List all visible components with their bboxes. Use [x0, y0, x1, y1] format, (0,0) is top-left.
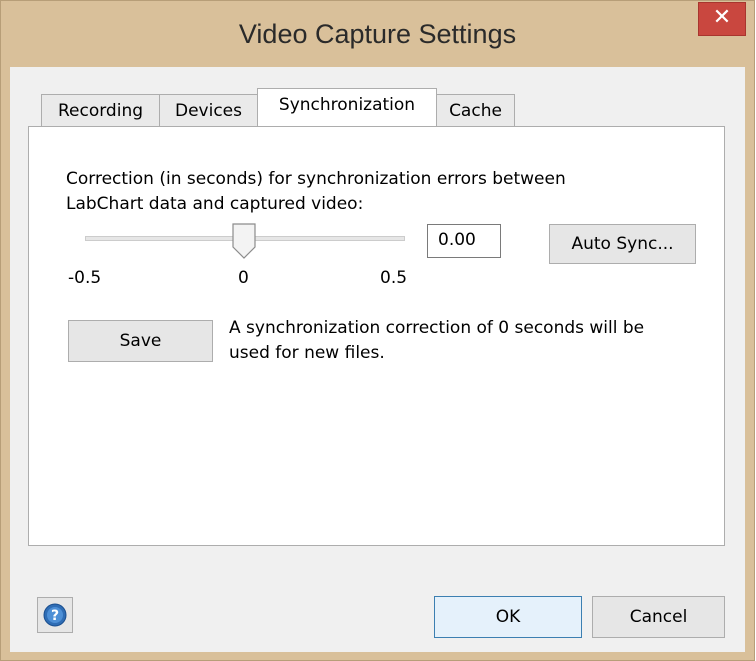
cancel-button[interactable]: Cancel: [592, 596, 725, 638]
auto-sync-button[interactable]: Auto Sync...: [549, 224, 696, 264]
slider-mid-label: 0: [238, 268, 249, 288]
correction-value-field[interactable]: 0.00: [427, 224, 501, 258]
tab-cache[interactable]: Cache: [436, 94, 515, 126]
slider-min-label: -0.5: [68, 268, 102, 288]
window-title: Video Capture Settings: [238, 19, 517, 49]
close-button[interactable]: ✕: [698, 2, 746, 36]
ok-button[interactable]: OK: [434, 596, 582, 638]
sync-status-line1: A synchronization correction of 0 second…: [229, 318, 645, 338]
title-bar: Video Capture Settings ✕: [1, 1, 754, 67]
svg-text:?: ?: [51, 608, 59, 624]
sync-description-line1: Correction (in seconds) for synchronizat…: [66, 169, 566, 189]
tab-recording[interactable]: Recording: [41, 94, 160, 126]
sync-description-line2: LabChart data and captured video:: [66, 194, 364, 214]
save-button[interactable]: Save: [68, 320, 213, 362]
tab-devices[interactable]: Devices: [159, 94, 258, 126]
help-icon: ?: [43, 603, 67, 627]
correction-slider-thumb[interactable]: [232, 223, 256, 259]
slider-max-label: 0.5: [380, 268, 408, 288]
help-button[interactable]: ?: [37, 597, 73, 633]
tab-synchronization[interactable]: Synchronization: [257, 88, 437, 126]
sync-status-line2: used for new files.: [229, 343, 385, 363]
